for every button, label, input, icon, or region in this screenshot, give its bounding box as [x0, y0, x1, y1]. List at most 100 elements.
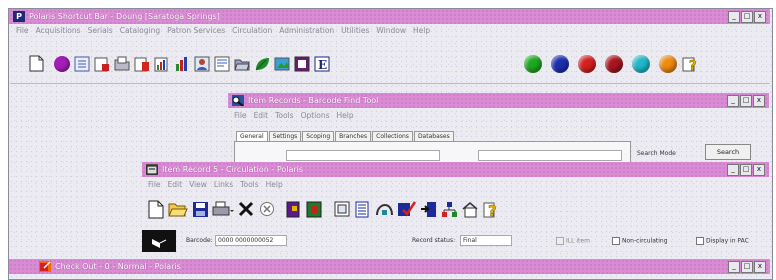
print-icon[interactable]: [212, 199, 234, 219]
checkout-close-button[interactable]: x: [754, 261, 766, 273]
list-icon[interactable]: [73, 55, 90, 72]
cyan-circle-icon[interactable]: [632, 55, 650, 73]
red-circle-icon[interactable]: [578, 55, 596, 73]
purple-circle-icon[interactable]: [53, 55, 70, 72]
help-icon[interactable]: ?: [682, 56, 699, 73]
circ-menu-links[interactable]: Links: [214, 180, 233, 189]
menu-cataloging[interactable]: Cataloging: [120, 26, 160, 35]
menu-utilities[interactable]: Utilities: [341, 26, 369, 35]
import-icon[interactable]: [419, 199, 437, 219]
menu-administration[interactable]: Administration: [279, 26, 334, 35]
orange-circle-icon[interactable]: [659, 55, 677, 73]
help-icon-circ[interactable]: ?: [482, 199, 500, 219]
find-menu-tools[interactable]: Tools: [275, 111, 293, 120]
tab-branches[interactable]: Branches: [335, 131, 372, 141]
e-icon[interactable]: E: [313, 55, 330, 72]
new-document-icon[interactable]: [28, 55, 45, 72]
checkout-title: Check Out - 0 - Normal - Polaris: [55, 262, 181, 271]
green-circle-icon[interactable]: [524, 55, 542, 73]
hold-icon[interactable]: [375, 199, 393, 219]
tab-collections[interactable]: Collections: [372, 131, 413, 141]
ill-item-box[interactable]: [556, 237, 564, 245]
find-menu-options[interactable]: Options: [301, 111, 330, 120]
circ-menu-tools[interactable]: Tools: [240, 180, 258, 189]
tab-settings[interactable]: Settings: [268, 131, 302, 141]
main-toolbar: E: [28, 55, 333, 72]
circ-menu-edit[interactable]: Edit: [168, 180, 183, 189]
find-tool-title: Item Records - Barcode Find Tool: [248, 96, 379, 105]
find-close-button[interactable]: x: [753, 95, 765, 107]
non-circulating-box[interactable]: [612, 237, 620, 245]
record-status-label: Record status:: [412, 237, 456, 244]
circ-close-button[interactable]: x: [753, 164, 765, 176]
display-in-pac-box[interactable]: [696, 237, 704, 245]
folder-open-icon[interactable]: [233, 55, 250, 72]
save-icon[interactable]: [191, 199, 209, 219]
menu-serials[interactable]: Serials: [88, 26, 113, 35]
circ-menu-file[interactable]: File: [148, 180, 161, 189]
book-purple-icon[interactable]: [284, 199, 302, 219]
report-icon[interactable]: [153, 55, 170, 72]
map-icon[interactable]: [273, 55, 290, 72]
find-menu-help[interactable]: Help: [337, 111, 354, 120]
checkout-maximize-button[interactable]: □: [741, 261, 753, 273]
non-circulating-text: Non-circulating: [622, 237, 668, 245]
ill-item-text: ILL item: [566, 237, 590, 245]
checkout-icon[interactable]: [133, 55, 150, 72]
delete-icon[interactable]: [237, 199, 255, 219]
darkred-circle-icon[interactable]: [605, 55, 623, 73]
close-button[interactable]: x: [754, 11, 766, 23]
find-term-field[interactable]: [286, 150, 440, 161]
catalog-icon[interactable]: [213, 55, 230, 72]
new-icon[interactable]: [147, 199, 165, 219]
home-icon[interactable]: [461, 199, 479, 219]
find-filter-field[interactable]: [478, 150, 622, 161]
barcode-field[interactable]: 0000 0000000052: [215, 235, 287, 246]
polaris-logo-icon: P: [13, 11, 25, 22]
checkout-minimize-button[interactable]: _: [728, 261, 740, 273]
search-button[interactable]: Search: [705, 144, 751, 160]
tab-general[interactable]: General: [236, 131, 268, 141]
find-menu-file[interactable]: File: [234, 111, 247, 120]
film-icon[interactable]: [293, 55, 310, 72]
menu-patron-services[interactable]: Patron Services: [167, 26, 225, 35]
circ-menu-help[interactable]: Help: [266, 180, 283, 189]
display-in-pac-checkbox[interactable]: Display in PAC: [696, 237, 749, 245]
circ-maximize-button[interactable]: □: [740, 164, 752, 176]
menu-help[interactable]: Help: [413, 26, 430, 35]
find-menu-edit[interactable]: Edit: [254, 111, 269, 120]
list-icon-circ[interactable]: [354, 199, 372, 219]
maximize-button[interactable]: □: [741, 11, 753, 23]
cancel-icon[interactable]: [258, 199, 276, 219]
find-tool-titlebar[interactable]: Item Records - Barcode Find Tool _ □ x: [228, 93, 769, 108]
blue-circle-icon[interactable]: [551, 55, 569, 73]
checkout-titlebar[interactable]: Check Out - 0 - Normal - Polaris _ □ x: [9, 259, 770, 274]
menu-circulation[interactable]: Circulation: [232, 26, 272, 35]
open-folder-icon[interactable]: [168, 199, 188, 219]
main-titlebar[interactable]: P Polaris Shortcut Bar - Doung [Saratoga…: [9, 9, 770, 24]
tab-databases[interactable]: Databases: [413, 131, 454, 141]
search-mode-label: Search Mode: [637, 150, 676, 157]
patron-icon[interactable]: [193, 55, 210, 72]
tab-scoping[interactable]: Scoping: [302, 131, 335, 141]
folder-icon[interactable]: [113, 55, 130, 72]
circulation-titlebar[interactable]: Item Record 5 - Circulation - Polaris _ …: [142, 162, 769, 177]
book-green-icon[interactable]: [305, 199, 323, 219]
minimize-button[interactable]: _: [728, 11, 740, 23]
ill-item-checkbox[interactable]: ILL item: [556, 237, 590, 245]
non-circulating-checkbox[interactable]: Non-circulating: [612, 237, 668, 245]
menu-acquisitions[interactable]: Acquisitions: [36, 26, 81, 35]
leaf-icon[interactable]: [253, 55, 270, 72]
record-icon[interactable]: [93, 55, 110, 72]
menu-file[interactable]: File: [16, 26, 29, 35]
circ-menu-view[interactable]: View: [189, 180, 207, 189]
menu-window[interactable]: Window: [376, 26, 406, 35]
info-icon[interactable]: [333, 199, 351, 219]
record-status-field[interactable]: Final: [460, 235, 512, 246]
chart-icon[interactable]: [173, 55, 190, 72]
checkin-icon[interactable]: [396, 199, 416, 219]
circ-minimize-button[interactable]: _: [727, 164, 739, 176]
find-minimize-button[interactable]: _: [727, 95, 739, 107]
find-maximize-button[interactable]: □: [740, 95, 752, 107]
network-icon[interactable]: [440, 199, 458, 219]
